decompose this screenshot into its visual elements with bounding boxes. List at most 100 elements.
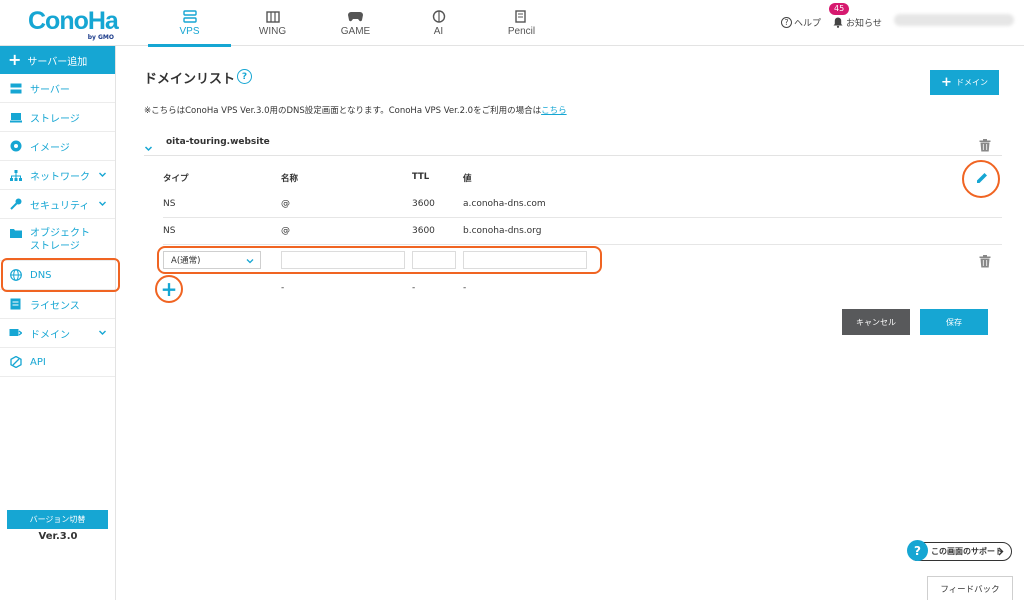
note-link[interactable]: こちら: [541, 106, 567, 116]
network-icon: [9, 169, 22, 181]
chevron-down-icon: [246, 257, 254, 265]
chevron-down-icon[interactable]: [144, 138, 153, 152]
license-icon: [9, 298, 22, 310]
nav-vps[interactable]: VPS: [148, 0, 231, 47]
plus-icon: +: [941, 75, 952, 90]
add-domain-button[interactable]: + ドメイン: [930, 70, 999, 95]
nav-wing[interactable]: WING: [231, 0, 314, 46]
nav-label: Pencil: [507, 26, 536, 37]
add-record-button[interactable]: +: [155, 275, 183, 303]
sidebar-item-domain[interactable]: ドメイン: [0, 319, 115, 348]
pencil-doc-icon: [514, 9, 530, 23]
version-switch-button[interactable]: バージョン切替: [7, 510, 108, 529]
bell-icon: [833, 17, 843, 28]
row-divider: [163, 217, 1002, 218]
domain-row[interactable]: oita-touring.website: [144, 131, 1002, 156]
sidebar-item-label: ライセンス: [30, 300, 80, 312]
record-value: b.conoha-dns.org: [463, 226, 542, 236]
product-nav: VPS WING GAME AI Pencil: [148, 0, 563, 47]
nav-game[interactable]: GAME: [314, 0, 397, 46]
feedback-button[interactable]: フィードバック: [927, 576, 1013, 600]
nav-label: GAME: [340, 26, 371, 37]
api-icon: [9, 356, 22, 368]
record-name: @: [281, 226, 290, 236]
add-server-button[interactable]: + サーバー追加: [0, 46, 115, 74]
building-icon: [265, 9, 281, 23]
record-value: a.conoha-dns.com: [463, 199, 546, 209]
record-type: NS: [163, 226, 176, 236]
domain-icon: [9, 327, 22, 339]
notice-link[interactable]: お知らせ: [833, 16, 882, 29]
record-ttl: 3600: [412, 199, 435, 209]
placeholder-value: -: [463, 283, 467, 293]
sidebar-item-label: ネットワーク: [30, 171, 90, 183]
logo-word: ConoHa: [28, 7, 119, 35]
help-label: ヘルプ: [794, 19, 822, 29]
chevron-down-icon: [98, 328, 107, 337]
nav-label: WING: [258, 26, 287, 37]
record-type-selected: A(通常): [171, 256, 201, 266]
question-icon: ?: [781, 17, 792, 28]
sidebar-item-api[interactable]: API: [0, 348, 115, 377]
record-type: NS: [163, 199, 176, 209]
gamepad-icon: [348, 9, 364, 23]
help-icon[interactable]: ?: [237, 69, 252, 84]
account-menu[interactable]: [894, 14, 1014, 26]
sidebar-item-label: オブジェクト ストレージ: [30, 227, 90, 253]
record-name-input[interactable]: [281, 251, 405, 269]
edit-button[interactable]: [962, 160, 1000, 198]
nav-ai[interactable]: AI: [397, 0, 480, 46]
domain-name: oita-touring.website: [166, 137, 270, 147]
sidebar-item-label-line1: オブジェクト: [30, 227, 90, 239]
notice-label: お知らせ: [846, 19, 882, 29]
globe-icon: [9, 269, 22, 281]
nav-label: VPS: [179, 26, 200, 37]
trash-icon[interactable]: [979, 137, 991, 152]
save-button[interactable]: 保存: [920, 309, 988, 335]
record-ttl-input[interactable]: [412, 251, 456, 269]
record-type-select[interactable]: A(通常): [163, 251, 261, 269]
col-header-value: 値: [463, 174, 472, 184]
sidebar-item-label: サーバー: [30, 84, 70, 96]
nav-label: AI: [433, 26, 444, 37]
add-server-label: サーバー追加: [27, 56, 88, 68]
plus-icon: +: [8, 50, 22, 69]
chevron-down-icon: [98, 170, 107, 179]
sidebar-item-license[interactable]: ライセンス: [0, 290, 115, 319]
note-text: ※こちらはConoHa VPS Ver.3.0用のDNS設定画面となります。Co…: [144, 106, 542, 116]
version-value: Ver.3.0: [38, 531, 78, 542]
nav-pencil[interactable]: Pencil: [480, 0, 563, 46]
sidebar-item-image[interactable]: イメージ: [0, 132, 115, 161]
help-link[interactable]: ? ヘルプ: [781, 16, 821, 29]
trash-icon[interactable]: [979, 253, 991, 268]
support-label: この画面のサポート: [931, 547, 1003, 556]
chevron-down-icon: [98, 199, 107, 208]
conoha-logo[interactable]: ConoHa by GMO: [28, 7, 119, 41]
cancel-button[interactable]: キャンセル: [842, 309, 910, 335]
sidebar-item-network[interactable]: ネットワーク: [0, 161, 115, 190]
record-name: @: [281, 199, 290, 209]
image-icon: [9, 140, 22, 152]
sidebar-item-object-storage[interactable]: オブジェクト ストレージ: [0, 219, 115, 261]
sidebar: + サーバー追加 サーバー ストレージ イメージ ネットワーク セキュリティ オ…: [0, 46, 116, 600]
storage-icon: [9, 111, 22, 123]
record-value-input[interactable]: [463, 251, 587, 269]
add-domain-label: ドメイン: [955, 78, 988, 87]
col-header-type: タイプ: [163, 174, 189, 184]
page-title: ドメインリスト: [144, 72, 236, 87]
main-content: ドメインリスト ? + ドメイン ※こちらはConoHa VPS Ver.3.0…: [117, 46, 1024, 600]
sidebar-item-storage[interactable]: ストレージ: [0, 103, 115, 132]
sidebar-item-server[interactable]: サーバー: [0, 74, 115, 103]
question-icon: ?: [907, 540, 928, 561]
screen-support-button[interactable]: ? この画面のサポート: [907, 540, 1012, 561]
placeholder-name: -: [281, 283, 285, 293]
server-icon: [182, 9, 198, 23]
col-header-name: 名称: [281, 174, 299, 184]
col-header-ttl: TTL: [412, 172, 430, 182]
version-note: ※こちらはConoHa VPS Ver.3.0用のDNS設定画面となります。Co…: [144, 104, 567, 116]
plus-icon: +: [160, 277, 178, 301]
logo-sub: by GMO: [87, 34, 114, 41]
sidebar-item-dns[interactable]: DNS: [0, 261, 115, 290]
sidebar-item-security[interactable]: セキュリティ: [0, 190, 115, 219]
sidebar-item-label: API: [30, 356, 46, 368]
